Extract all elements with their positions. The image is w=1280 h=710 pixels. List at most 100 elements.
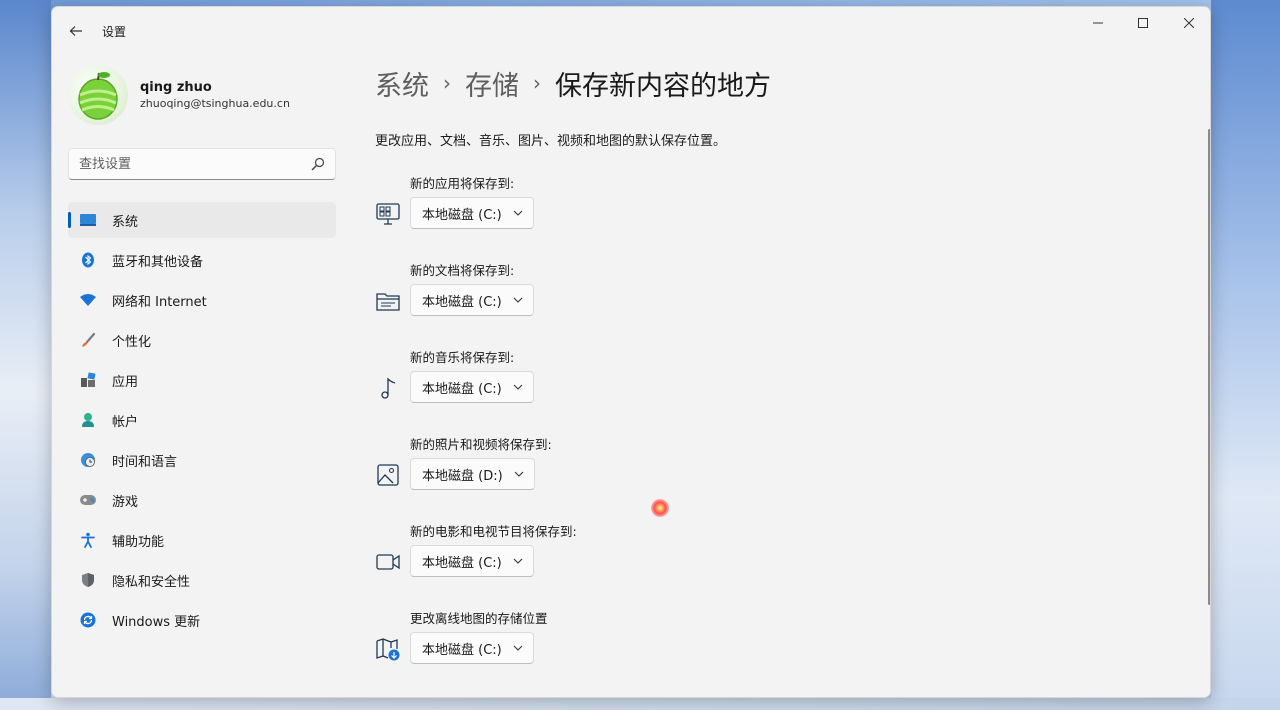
sidebar-item-bluetooth[interactable]: 蓝牙和其他设备 [68, 242, 336, 278]
system-icon [78, 210, 98, 230]
page-title: 保存新内容的地方 [555, 70, 771, 102]
desktop-wallpaper-bottom [0, 698, 1280, 710]
account-icon [78, 410, 98, 430]
music-note-icon [381, 377, 396, 399]
offline-maps-location-dropdown[interactable]: 本地磁盘 (C:) [410, 632, 534, 664]
folder-icon [376, 293, 400, 311]
apps-icon [78, 370, 98, 390]
accessibility-icon [78, 530, 98, 550]
sidebar-item-personalization[interactable]: 个性化 [68, 322, 336, 358]
bluetooth-icon [78, 250, 98, 270]
picture-icon [377, 464, 399, 486]
breadcrumb-storage[interactable]: 存储 [465, 64, 519, 103]
maximize-icon [1138, 18, 1148, 28]
setting-offline-maps-location: 更改离线地图的存储位置 本地磁盘 (C:) [375, 608, 775, 678]
chevron-down-icon [513, 297, 523, 303]
search-input[interactable] [69, 149, 299, 179]
dropdown-value: 本地磁盘 (C:) [422, 207, 502, 223]
user-name: qing zhuo [140, 80, 212, 95]
sidebar-item-apps[interactable]: 应用 [68, 362, 336, 398]
mouse-cursor-highlight [651, 499, 669, 517]
music-location-dropdown[interactable]: 本地磁盘 (C:) [410, 371, 534, 403]
map-download-icon [376, 638, 400, 661]
content-scrollbar[interactable] [1208, 129, 1210, 605]
sidebar-item-accounts[interactable]: 帐户 [68, 402, 336, 438]
sidebar-item-gaming[interactable]: 游戏 [68, 482, 336, 518]
setting-photos-videos-location: 新的照片和视频将保存到: 本地磁盘 (D:) [375, 434, 775, 504]
sidebar-item-label: 游戏 [112, 494, 139, 510]
chevron-right-icon: › [443, 71, 451, 95]
sidebar-nav: 系统 蓝牙和其他设备 网络和 Internet 个性化 应用 帐户 时间和语言 … [68, 202, 336, 642]
dropdown-value: 本地磁盘 (C:) [422, 555, 502, 571]
gamepad-icon [78, 490, 98, 510]
title-bar: 设置 [52, 7, 1210, 53]
photos-videos-location-dropdown[interactable]: 本地磁盘 (D:) [410, 458, 535, 490]
movies-tv-location-dropdown[interactable]: 本地磁盘 (C:) [410, 545, 534, 577]
dropdown-value: 本地磁盘 (D:) [422, 468, 503, 484]
video-camera-icon [376, 554, 400, 570]
setting-label: 更改离线地图的存储位置 [410, 611, 548, 626]
chevron-down-icon [513, 210, 523, 216]
app-title: 设置 [102, 25, 127, 39]
globe-clock-icon [78, 450, 98, 470]
close-button[interactable] [1166, 7, 1210, 39]
sidebar-item-label: 辅助功能 [112, 534, 165, 550]
sidebar-item-label: 蓝牙和其他设备 [112, 254, 204, 270]
search-box [68, 148, 336, 180]
shield-icon [78, 570, 98, 590]
apps-location-dropdown[interactable]: 本地磁盘 (C:) [410, 197, 534, 229]
back-button[interactable] [62, 17, 90, 45]
sidebar-item-windows-update[interactable]: Windows 更新 [68, 602, 336, 638]
desktop-wallpaper-right [1211, 0, 1280, 710]
documents-location-dropdown[interactable]: 本地磁盘 (C:) [410, 284, 534, 316]
apps-monitor-icon [376, 203, 400, 225]
chevron-right-icon: › [533, 71, 541, 95]
breadcrumb-system[interactable]: 系统 [375, 64, 429, 103]
wifi-icon [78, 290, 98, 310]
dropdown-value: 本地磁盘 (C:) [422, 642, 502, 658]
page-description: 更改应用、文档、音乐、图片、视频和地图的默认保存位置。 [375, 134, 727, 149]
sidebar-item-label: 网络和 Internet [112, 294, 207, 310]
setting-label: 新的照片和视频将保存到: [410, 437, 552, 452]
back-arrow-icon [69, 26, 82, 36]
dropdown-value: 本地磁盘 (C:) [422, 294, 502, 310]
sidebar-item-label: 个性化 [112, 334, 152, 350]
user-email: zhuoqing@tsinghua.edu.cn [140, 97, 290, 110]
sidebar-item-label: 隐私和安全性 [112, 574, 191, 590]
close-icon [1184, 18, 1194, 28]
desktop-wallpaper-left [0, 0, 51, 710]
setting-label: 新的应用将保存到: [410, 176, 515, 191]
breadcrumb: 系统 › 存储 › 保存新内容的地方 [375, 63, 771, 103]
avatar[interactable] [68, 65, 128, 125]
chevron-down-icon [513, 384, 523, 390]
chevron-down-icon [513, 645, 523, 651]
setting-label: 新的音乐将保存到: [410, 350, 515, 365]
search-icon[interactable] [311, 157, 325, 171]
chevron-down-icon [513, 558, 523, 564]
setting-label: 新的文档将保存到: [410, 263, 515, 278]
sidebar-item-network[interactable]: 网络和 Internet [68, 282, 336, 318]
sidebar-item-label: 时间和语言 [112, 454, 178, 470]
minimize-button[interactable] [1075, 7, 1121, 39]
minimize-icon [1093, 22, 1103, 24]
sidebar-item-label: Windows 更新 [112, 614, 201, 630]
sidebar-item-system[interactable]: 系统 [68, 202, 336, 238]
sidebar-item-time-language[interactable]: 时间和语言 [68, 442, 336, 478]
setting-music-location: 新的音乐将保存到: 本地磁盘 (C:) [375, 347, 775, 417]
maximize-button[interactable] [1120, 7, 1166, 39]
settings-window: 设置 qing zhuo zhuoqing@tsinghua.edu.cn 查找… [51, 6, 1211, 698]
sidebar-item-label: 帐户 [112, 414, 139, 430]
sidebar-item-label: 应用 [112, 374, 139, 390]
brush-icon [78, 330, 98, 350]
sidebar-item-accessibility[interactable]: 辅助功能 [68, 522, 336, 558]
setting-apps-location: 新的应用将保存到: 本地磁盘 (C:) [375, 173, 775, 243]
update-icon [78, 610, 98, 630]
dropdown-value: 本地磁盘 (C:) [422, 381, 502, 397]
setting-documents-location: 新的文档将保存到: 本地磁盘 (C:) [375, 260, 775, 330]
setting-movies-tv-location: 新的电影和电视节目将保存到: 本地磁盘 (C:) [375, 521, 775, 591]
apple-avatar-icon [78, 72, 118, 120]
sidebar-item-label: 系统 [112, 214, 139, 230]
chevron-down-icon [514, 471, 524, 477]
setting-label: 新的电影和电视节目将保存到: [410, 524, 577, 539]
sidebar-item-privacy[interactable]: 隐私和安全性 [68, 562, 336, 598]
